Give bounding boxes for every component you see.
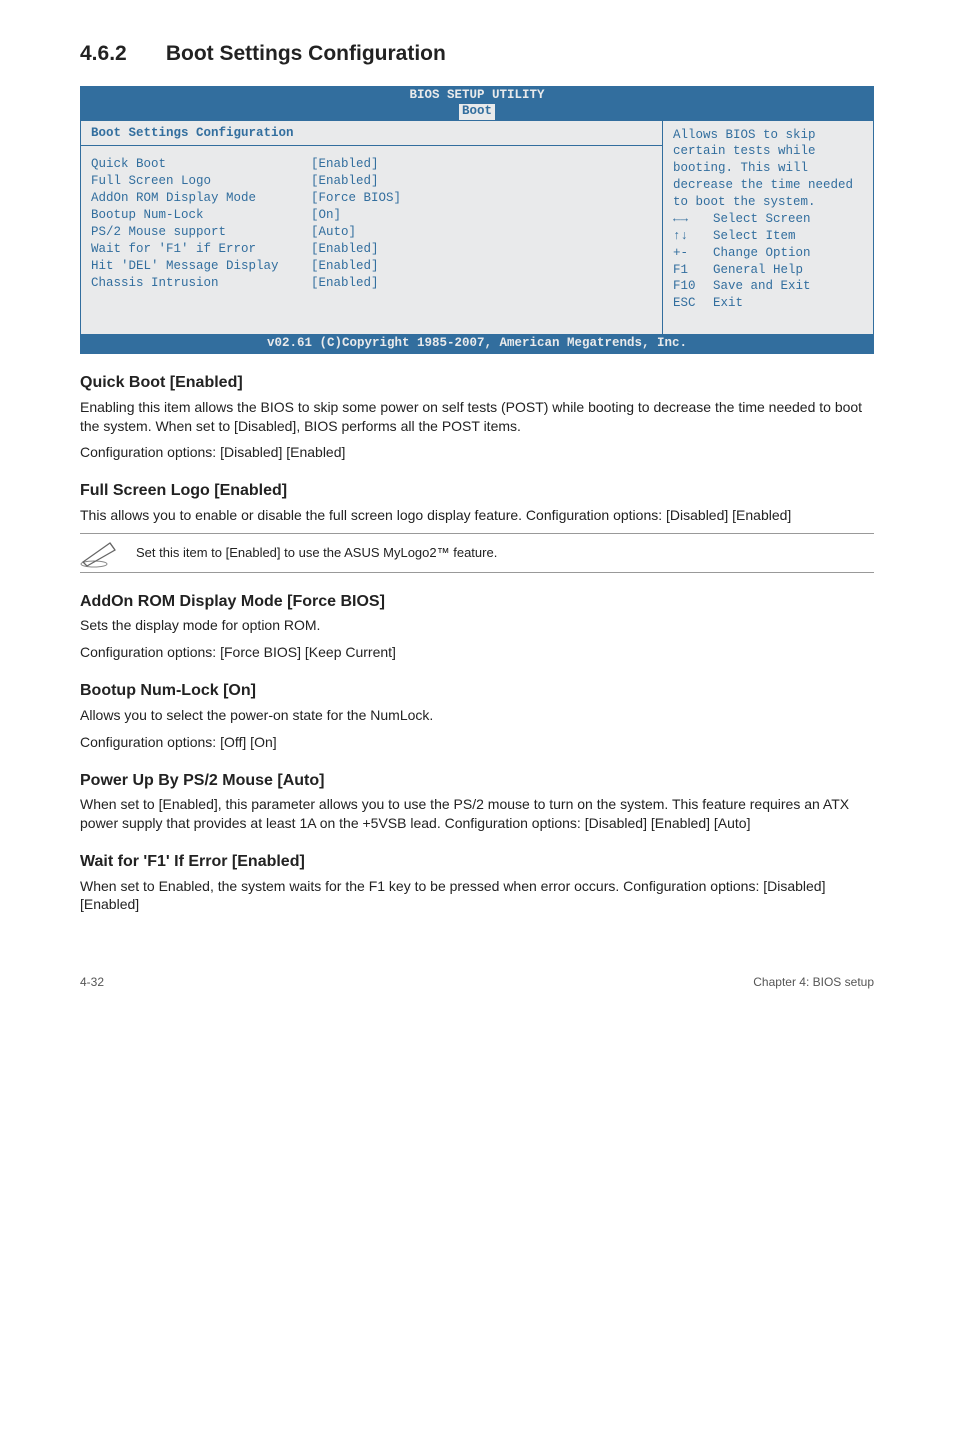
- bios-key-row: ↑↓Select Item: [673, 228, 863, 245]
- bios-setting-value: [Enabled]: [311, 156, 379, 173]
- bios-copyright: v02.61 (C)Copyright 1985-2007, American …: [81, 334, 873, 353]
- bios-setting-row: AddOn ROM Display Mode[Force BIOS]: [91, 190, 652, 207]
- bios-setting-row: Quick Boot[Enabled]: [91, 156, 652, 173]
- bios-key-desc: General Help: [713, 262, 803, 279]
- heading-wait-f1: Wait for 'F1' If Error [Enabled]: [80, 851, 874, 873]
- bios-setting-value: [Enabled]: [311, 258, 379, 275]
- section-number: 4.6.2: [80, 40, 160, 68]
- section-title-text: Boot Settings Configuration: [166, 42, 446, 65]
- bios-key-row: ←→Select Screen: [673, 211, 863, 228]
- bios-setting-row: Wait for 'F1' if Error[Enabled]: [91, 241, 652, 258]
- bios-setting-label: AddOn ROM Display Mode: [91, 190, 311, 207]
- bios-setting-value: [Force BIOS]: [311, 190, 401, 207]
- bios-setting-row: PS/2 Mouse support[Auto]: [91, 224, 652, 241]
- bios-setting-label: Quick Boot: [91, 156, 311, 173]
- bios-key-row: F1General Help: [673, 262, 863, 279]
- heading-full-screen-logo: Full Screen Logo [Enabled]: [80, 480, 874, 502]
- bios-setting-row: Full Screen Logo[Enabled]: [91, 173, 652, 190]
- bios-right-pane: Allows BIOS to skip certain tests while …: [663, 121, 873, 335]
- bios-settings-list: Quick Boot[Enabled]Full Screen Logo[Enab…: [91, 156, 652, 291]
- text-addon-rom-2: Configuration options: [Force BIOS] [Kee…: [80, 643, 874, 662]
- bios-setting-label: PS/2 Mouse support: [91, 224, 311, 241]
- bios-setting-label: Full Screen Logo: [91, 173, 311, 190]
- note-text: Set this item to [Enabled] to use the AS…: [136, 544, 497, 562]
- bios-setting-value: [Enabled]: [311, 275, 379, 292]
- bios-help-text: Allows BIOS to skip certain tests while …: [673, 127, 863, 211]
- bios-key: +-: [673, 245, 713, 262]
- bios-key-desc: Change Option: [713, 245, 811, 262]
- bios-key: F10: [673, 278, 713, 295]
- bios-setting-value: [On]: [311, 207, 341, 224]
- bios-key: ESC: [673, 295, 713, 312]
- bios-title: BIOS SETUP UTILITY: [81, 88, 873, 104]
- bios-setting-label: Bootup Num-Lock: [91, 207, 311, 224]
- bios-key: ←→: [673, 211, 713, 228]
- text-quick-boot-1: Enabling this item allows the BIOS to sk…: [80, 398, 874, 436]
- bios-left-pane: Boot Settings Configuration Quick Boot[E…: [81, 121, 663, 335]
- text-wait-f1: When set to Enabled, the system waits fo…: [80, 877, 874, 915]
- text-numlock-2: Configuration options: [Off] [On]: [80, 733, 874, 752]
- bios-screenshot: BIOS SETUP UTILITY Boot Boot Settings Co…: [80, 86, 874, 354]
- bios-setting-label: Wait for 'F1' if Error: [91, 241, 311, 258]
- text-full-screen-logo: This allows you to enable or disable the…: [80, 506, 874, 525]
- bios-setting-row: Bootup Num-Lock[On]: [91, 207, 652, 224]
- bios-key-row: +-Change Option: [673, 245, 863, 262]
- bios-setting-value: [Auto]: [311, 224, 356, 241]
- bios-menu-tab: Boot: [459, 104, 495, 120]
- bios-key-desc: Select Item: [713, 228, 796, 245]
- bios-panel-title: Boot Settings Configuration: [81, 125, 662, 147]
- bios-setting-label: Hit 'DEL' Message Display: [91, 258, 311, 275]
- page-footer: 4-32 Chapter 4: BIOS setup: [80, 974, 874, 990]
- bios-key-desc: Save and Exit: [713, 278, 811, 295]
- bios-key-row: F10Save and Exit: [673, 278, 863, 295]
- bios-key: ↑↓: [673, 228, 713, 245]
- bios-setting-row: Hit 'DEL' Message Display[Enabled]: [91, 258, 652, 275]
- bios-key-desc: Exit: [713, 295, 743, 312]
- bios-key-legend: ←→Select Screen↑↓Select Item+-Change Opt…: [673, 211, 863, 312]
- bios-titlebar: BIOS SETUP UTILITY Boot: [81, 87, 873, 119]
- heading-numlock: Bootup Num-Lock [On]: [80, 680, 874, 702]
- page-number: 4-32: [80, 974, 104, 990]
- text-numlock-1: Allows you to select the power-on state …: [80, 706, 874, 725]
- bios-setting-label: Chassis Intrusion: [91, 275, 311, 292]
- bios-setting-row: Chassis Intrusion[Enabled]: [91, 275, 652, 292]
- text-addon-rom-1: Sets the display mode for option ROM.: [80, 616, 874, 635]
- note-block: Set this item to [Enabled] to use the AS…: [80, 533, 874, 573]
- heading-ps2-mouse: Power Up By PS/2 Mouse [Auto]: [80, 770, 874, 792]
- bios-key-row: ESCExit: [673, 295, 863, 312]
- text-ps2-mouse: When set to [Enabled], this parameter al…: [80, 795, 874, 833]
- bios-key-desc: Select Screen: [713, 211, 811, 228]
- bios-setting-value: [Enabled]: [311, 173, 379, 190]
- heading-quick-boot: Quick Boot [Enabled]: [80, 372, 874, 394]
- bios-key: F1: [673, 262, 713, 279]
- chapter-label: Chapter 4: BIOS setup: [753, 974, 874, 990]
- heading-addon-rom: AddOn ROM Display Mode [Force BIOS]: [80, 591, 874, 613]
- bios-body: Boot Settings Configuration Quick Boot[E…: [81, 120, 873, 335]
- bios-setting-value: [Enabled]: [311, 241, 379, 258]
- section-heading: 4.6.2 Boot Settings Configuration: [80, 40, 874, 68]
- pencil-icon: [80, 538, 122, 568]
- text-quick-boot-2: Configuration options: [Disabled] [Enabl…: [80, 443, 874, 462]
